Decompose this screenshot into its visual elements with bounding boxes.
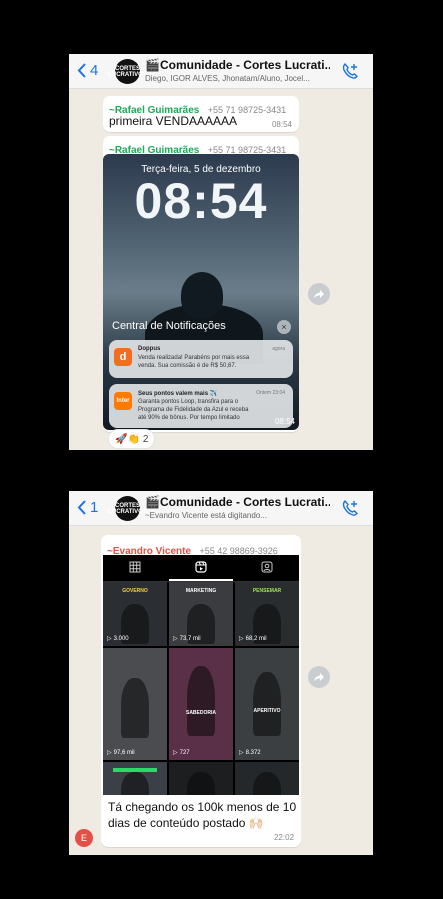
group-title[interactable]: 🎬Comunidade - Cortes Lucrati... <box>145 495 330 509</box>
forward-icon <box>314 290 324 299</box>
close-icon: × <box>277 320 291 334</box>
reel-caption: GOVERNO <box>122 588 148 594</box>
active-tab-indicator <box>169 579 233 581</box>
notification-doppus: d Doppus agora Venda realizada! Parabéns… <box>109 340 293 378</box>
lockscreen-image[interactable]: Terça-feira, 5 de dezembro 08:54 Central… <box>103 154 299 430</box>
play-icon: ▷ <box>107 636 112 642</box>
reel-caption: APERITIVO <box>253 708 281 714</box>
reel-thumbnail[interactable]: SABEDORIA ▷ 727 <box>169 648 233 760</box>
reel-thumbnail[interactable]: ▷ 97,6 mil <box>103 648 167 760</box>
reel-caption: MARKETING <box>185 588 217 594</box>
group-members: Diego, IGOR ALVES, Jhonatam/Aluno, Jocel… <box>145 74 310 83</box>
reaction-count: 2 <box>142 433 149 445</box>
chat-screenshot-1: 4 CORTES LUCRATIVOS 🎬Comunidade - Cortes… <box>69 54 373 450</box>
tagged-icon[interactable] <box>261 561 273 573</box>
play-icon: ▷ <box>173 636 178 642</box>
reel-views: ▷ 73,7 mil <box>173 635 201 643</box>
message-text: Tá chegando os 100k menos de 10 dias de … <box>108 800 297 830</box>
chevron-left-icon <box>77 500 86 515</box>
inter-app-icon: Inter <box>114 392 132 410</box>
notification-time: agora <box>272 346 285 352</box>
group-avatar[interactable]: CORTES LUCRATIVOS <box>108 59 147 84</box>
reel-figure <box>253 672 281 736</box>
reel-thumbnail[interactable] <box>169 762 233 795</box>
chat-screenshot-2: 1 CORTES LUCRATIVOS 🎬Comunidade - Cortes… <box>69 491 373 855</box>
notification-body: Garanta pontos Loop, transfira para o Pr… <box>138 399 249 421</box>
reel-thumbnail[interactable] <box>235 762 299 795</box>
reel-views: ▷ 97,6 mil <box>107 749 135 757</box>
reel-thumbnail[interactable]: PENSEMAR ▷ 68,2 mil <box>235 582 299 646</box>
typing-status: ~Evandro Vicente está digitando... <box>145 511 267 520</box>
lockscreen-clock: 08:54 <box>134 173 268 229</box>
reel-thumbnail[interactable]: GOVERNO ▷ 3.000 <box>103 582 167 646</box>
reactions-pill[interactable]: 🚀👏 2 <box>108 429 156 449</box>
notification-center-title: Central de Notificações <box>112 320 226 332</box>
reel-thumbnail[interactable]: MARKETING ▷ 73,7 mil <box>169 582 233 646</box>
reel-caption: SABEDORIA <box>185 710 216 716</box>
doppus-app-icon: d <box>114 348 132 366</box>
group-avatar[interactable]: CORTES LUCRATIVOS <box>108 496 147 521</box>
message-bubble-1[interactable]: ~Rafael Guimarães +55 71 98725-3431 prim… <box>103 96 299 132</box>
group-title[interactable]: 🎬Comunidade - Cortes Lucrati... <box>145 58 330 72</box>
play-icon: ▷ <box>173 750 178 756</box>
reel-caption: PENSEMAR <box>252 588 282 594</box>
message-text: primeira VENDAAAAAA <box>109 114 238 128</box>
add-call-icon[interactable] <box>341 499 359 517</box>
chevron-left-icon <box>77 63 86 78</box>
back-button[interactable]: 4 <box>77 62 98 79</box>
reel-figure <box>121 772 149 795</box>
message-time: 08:54 <box>274 417 295 426</box>
reel-figure <box>187 772 215 795</box>
notification-app: Seus pontos valem mais ✈️ <box>138 391 218 397</box>
reel-figure <box>253 772 281 795</box>
notification-app: Doppus <box>138 346 161 352</box>
person-head <box>181 272 223 318</box>
chat-header: 4 CORTES LUCRATIVOS 🎬Comunidade - Cortes… <box>69 54 373 89</box>
chat-header: 1 CORTES LUCRATIVOS 🎬Comunidade - Cortes… <box>69 491 373 526</box>
reel-figure <box>121 678 149 738</box>
reel-figure <box>187 666 215 736</box>
play-icon: ▷ <box>107 750 112 756</box>
notification-inter: Inter Seus pontos valem mais ✈️ Ontem 23… <box>109 384 293 428</box>
forward-button[interactable] <box>308 666 330 688</box>
add-call-icon[interactable] <box>341 62 359 80</box>
profile-tabs <box>103 555 299 582</box>
forward-icon <box>314 673 324 682</box>
reels-icon[interactable] <box>195 561 207 573</box>
reel-views: ▷ 68,2 mil <box>239 635 267 643</box>
reel-thumbnail[interactable]: APERITIVO ▷ 8.372 <box>235 648 299 760</box>
unread-count: 1 <box>90 499 99 516</box>
forward-button[interactable] <box>308 283 330 305</box>
notification-time: Ontem 23:04 <box>256 390 285 396</box>
play-icon: ▷ <box>239 636 244 642</box>
notification-body: Venda realizada! Parabéns por mais essa … <box>138 355 250 369</box>
message-time: 22:02 <box>273 833 294 842</box>
back-button[interactable]: 1 <box>77 499 98 516</box>
reel-views: ▷ 727 <box>173 749 190 757</box>
reel-views: ▷ 8.372 <box>239 749 261 757</box>
reel-thumbnail[interactable] <box>103 762 167 795</box>
sender-avatar[interactable]: E <box>75 829 93 847</box>
instagram-reels-grid[interactable]: GOVERNO ▷ 3.000 MARKETING ▷ 73,7 mil PENSE… <box>103 555 299 795</box>
play-icon: ▷ <box>239 750 244 756</box>
reaction-emojis: 🚀👏 <box>115 433 140 445</box>
message-time: 08:54 <box>271 120 292 129</box>
grid-icon[interactable] <box>129 561 141 573</box>
reel-views: ▷ 3.000 <box>107 635 129 643</box>
unread-count: 4 <box>90 62 99 79</box>
